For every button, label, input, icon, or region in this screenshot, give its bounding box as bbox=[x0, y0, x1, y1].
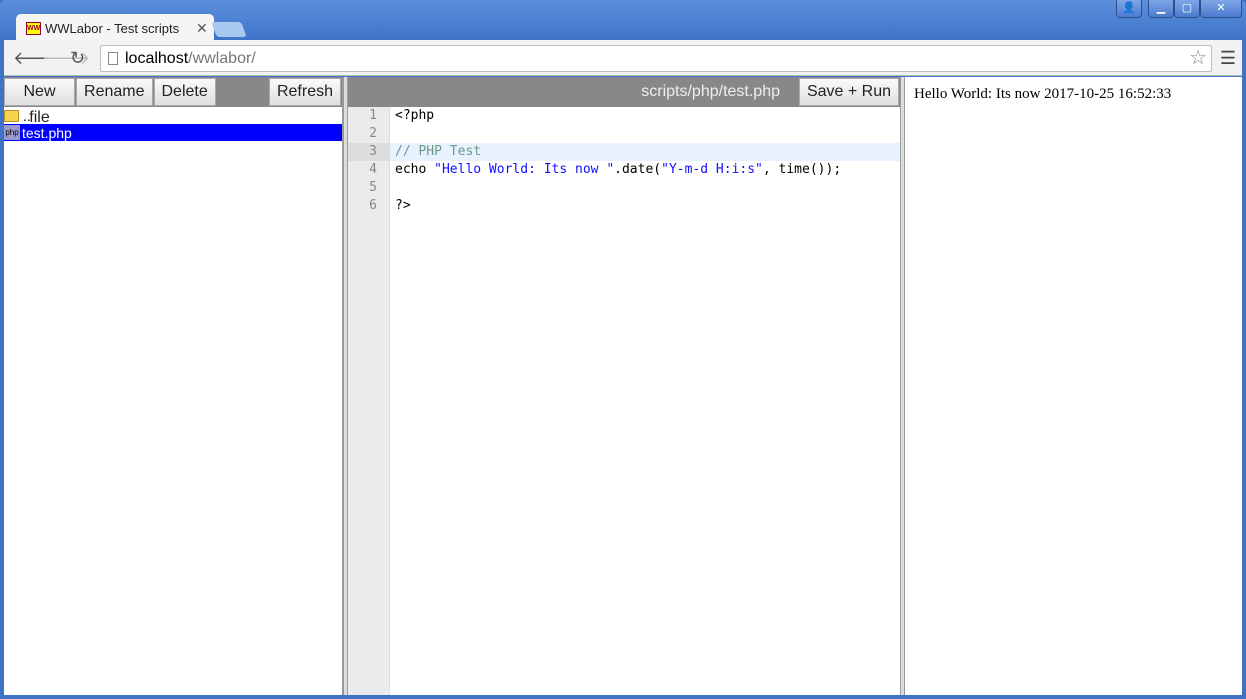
new-tab-button[interactable] bbox=[211, 22, 247, 37]
minimize-button[interactable]: ▁ bbox=[1148, 0, 1174, 18]
file-panel: New file Rename Delete Refresh .. php tes… bbox=[4, 77, 343, 695]
line-number: 5 bbox=[369, 180, 377, 195]
file-item-test-php[interactable]: php test.php bbox=[4, 124, 342, 141]
address-bar[interactable]: localhost/wwlabor/ ☆ bbox=[100, 45, 1212, 72]
new-file-button[interactable]: New file bbox=[4, 78, 76, 126]
editor-filename: scripts/php/test.php bbox=[641, 83, 780, 100]
line-number: 2 bbox=[369, 126, 377, 141]
line-number: 3 bbox=[348, 143, 390, 161]
refresh-button[interactable]: Refresh bbox=[268, 78, 341, 106]
code-comment: // PHP Test bbox=[395, 144, 482, 159]
line-number: 4 bbox=[369, 162, 377, 177]
reload-icon[interactable]: ↻ bbox=[70, 48, 85, 69]
code-lines[interactable]: 1 <?php 2 3 // PHP Test 4 echo "Hello World… bbox=[348, 107, 900, 215]
php-file-icon: php bbox=[4, 125, 20, 140]
browser-toolbar: 🡐 🡒 ↻ localhost/wwlabor/ ☆ ☰ bbox=[4, 40, 1242, 76]
code-text: ?> bbox=[395, 198, 411, 213]
browser-window: WW WWLabor - Test scripts ✕ 👤 ▁ ▢ ✕ 🡐 🡒 … bbox=[0, 0, 1246, 699]
menu-icon[interactable]: ☰ bbox=[1220, 48, 1236, 69]
file-toolbar: New file Rename Delete Refresh bbox=[4, 77, 342, 126]
save-run-button[interactable]: Save + Run bbox=[798, 78, 899, 106]
output-text: Hello World: Its now 2017-10-25 16:52:33 bbox=[914, 86, 1172, 102]
line-number: 1 bbox=[369, 108, 377, 123]
user-icon[interactable]: 👤 bbox=[1116, 0, 1142, 18]
favicon: WW bbox=[26, 21, 41, 35]
bookmark-star-icon[interactable]: ☆ bbox=[1189, 46, 1207, 71]
delete-button[interactable]: Delete bbox=[153, 78, 216, 106]
close-window-button[interactable]: ✕ bbox=[1200, 0, 1242, 18]
url-host: localhost bbox=[125, 50, 189, 67]
code-line: 2 bbox=[348, 125, 900, 143]
file-name: .. bbox=[23, 107, 31, 124]
code-line: 5 bbox=[348, 179, 900, 197]
code-line: 1 <?php bbox=[348, 107, 900, 125]
folder-icon bbox=[4, 109, 19, 122]
output-panel: Hello World: Its now 2017-10-25 16:52:33 bbox=[905, 77, 1242, 695]
file-item-parent[interactable]: .. bbox=[4, 107, 342, 124]
code-line: 4 echo "Hello World: Its now ".date("Y-m-… bbox=[348, 161, 900, 179]
code-editor[interactable]: scripts/php/test.php Save + Run 1 <?php 2… bbox=[348, 77, 900, 695]
code-text: <?php bbox=[395, 108, 435, 123]
rename-button[interactable]: Rename bbox=[76, 78, 153, 106]
code-text: echo "Hello World: Its now ".date("Y-m-d… bbox=[395, 162, 842, 177]
browser-tab[interactable]: WW WWLabor - Test scripts ✕ bbox=[16, 14, 214, 42]
page-content: New file Rename Delete Refresh .. php tes… bbox=[4, 77, 1242, 695]
url-path: /wwlabor/ bbox=[188, 50, 256, 67]
code-line: 6 ?> bbox=[348, 197, 900, 215]
code-line-active: 3 // PHP Test bbox=[348, 143, 900, 161]
file-name: test.php bbox=[22, 124, 72, 141]
tab-title: WWLabor - Test scripts bbox=[45, 20, 180, 36]
line-number: 6 bbox=[369, 198, 377, 213]
page-icon bbox=[108, 52, 118, 65]
maximize-button[interactable]: ▢ bbox=[1174, 0, 1200, 18]
editor-toolbar: scripts/php/test.php Save + Run bbox=[348, 77, 900, 107]
